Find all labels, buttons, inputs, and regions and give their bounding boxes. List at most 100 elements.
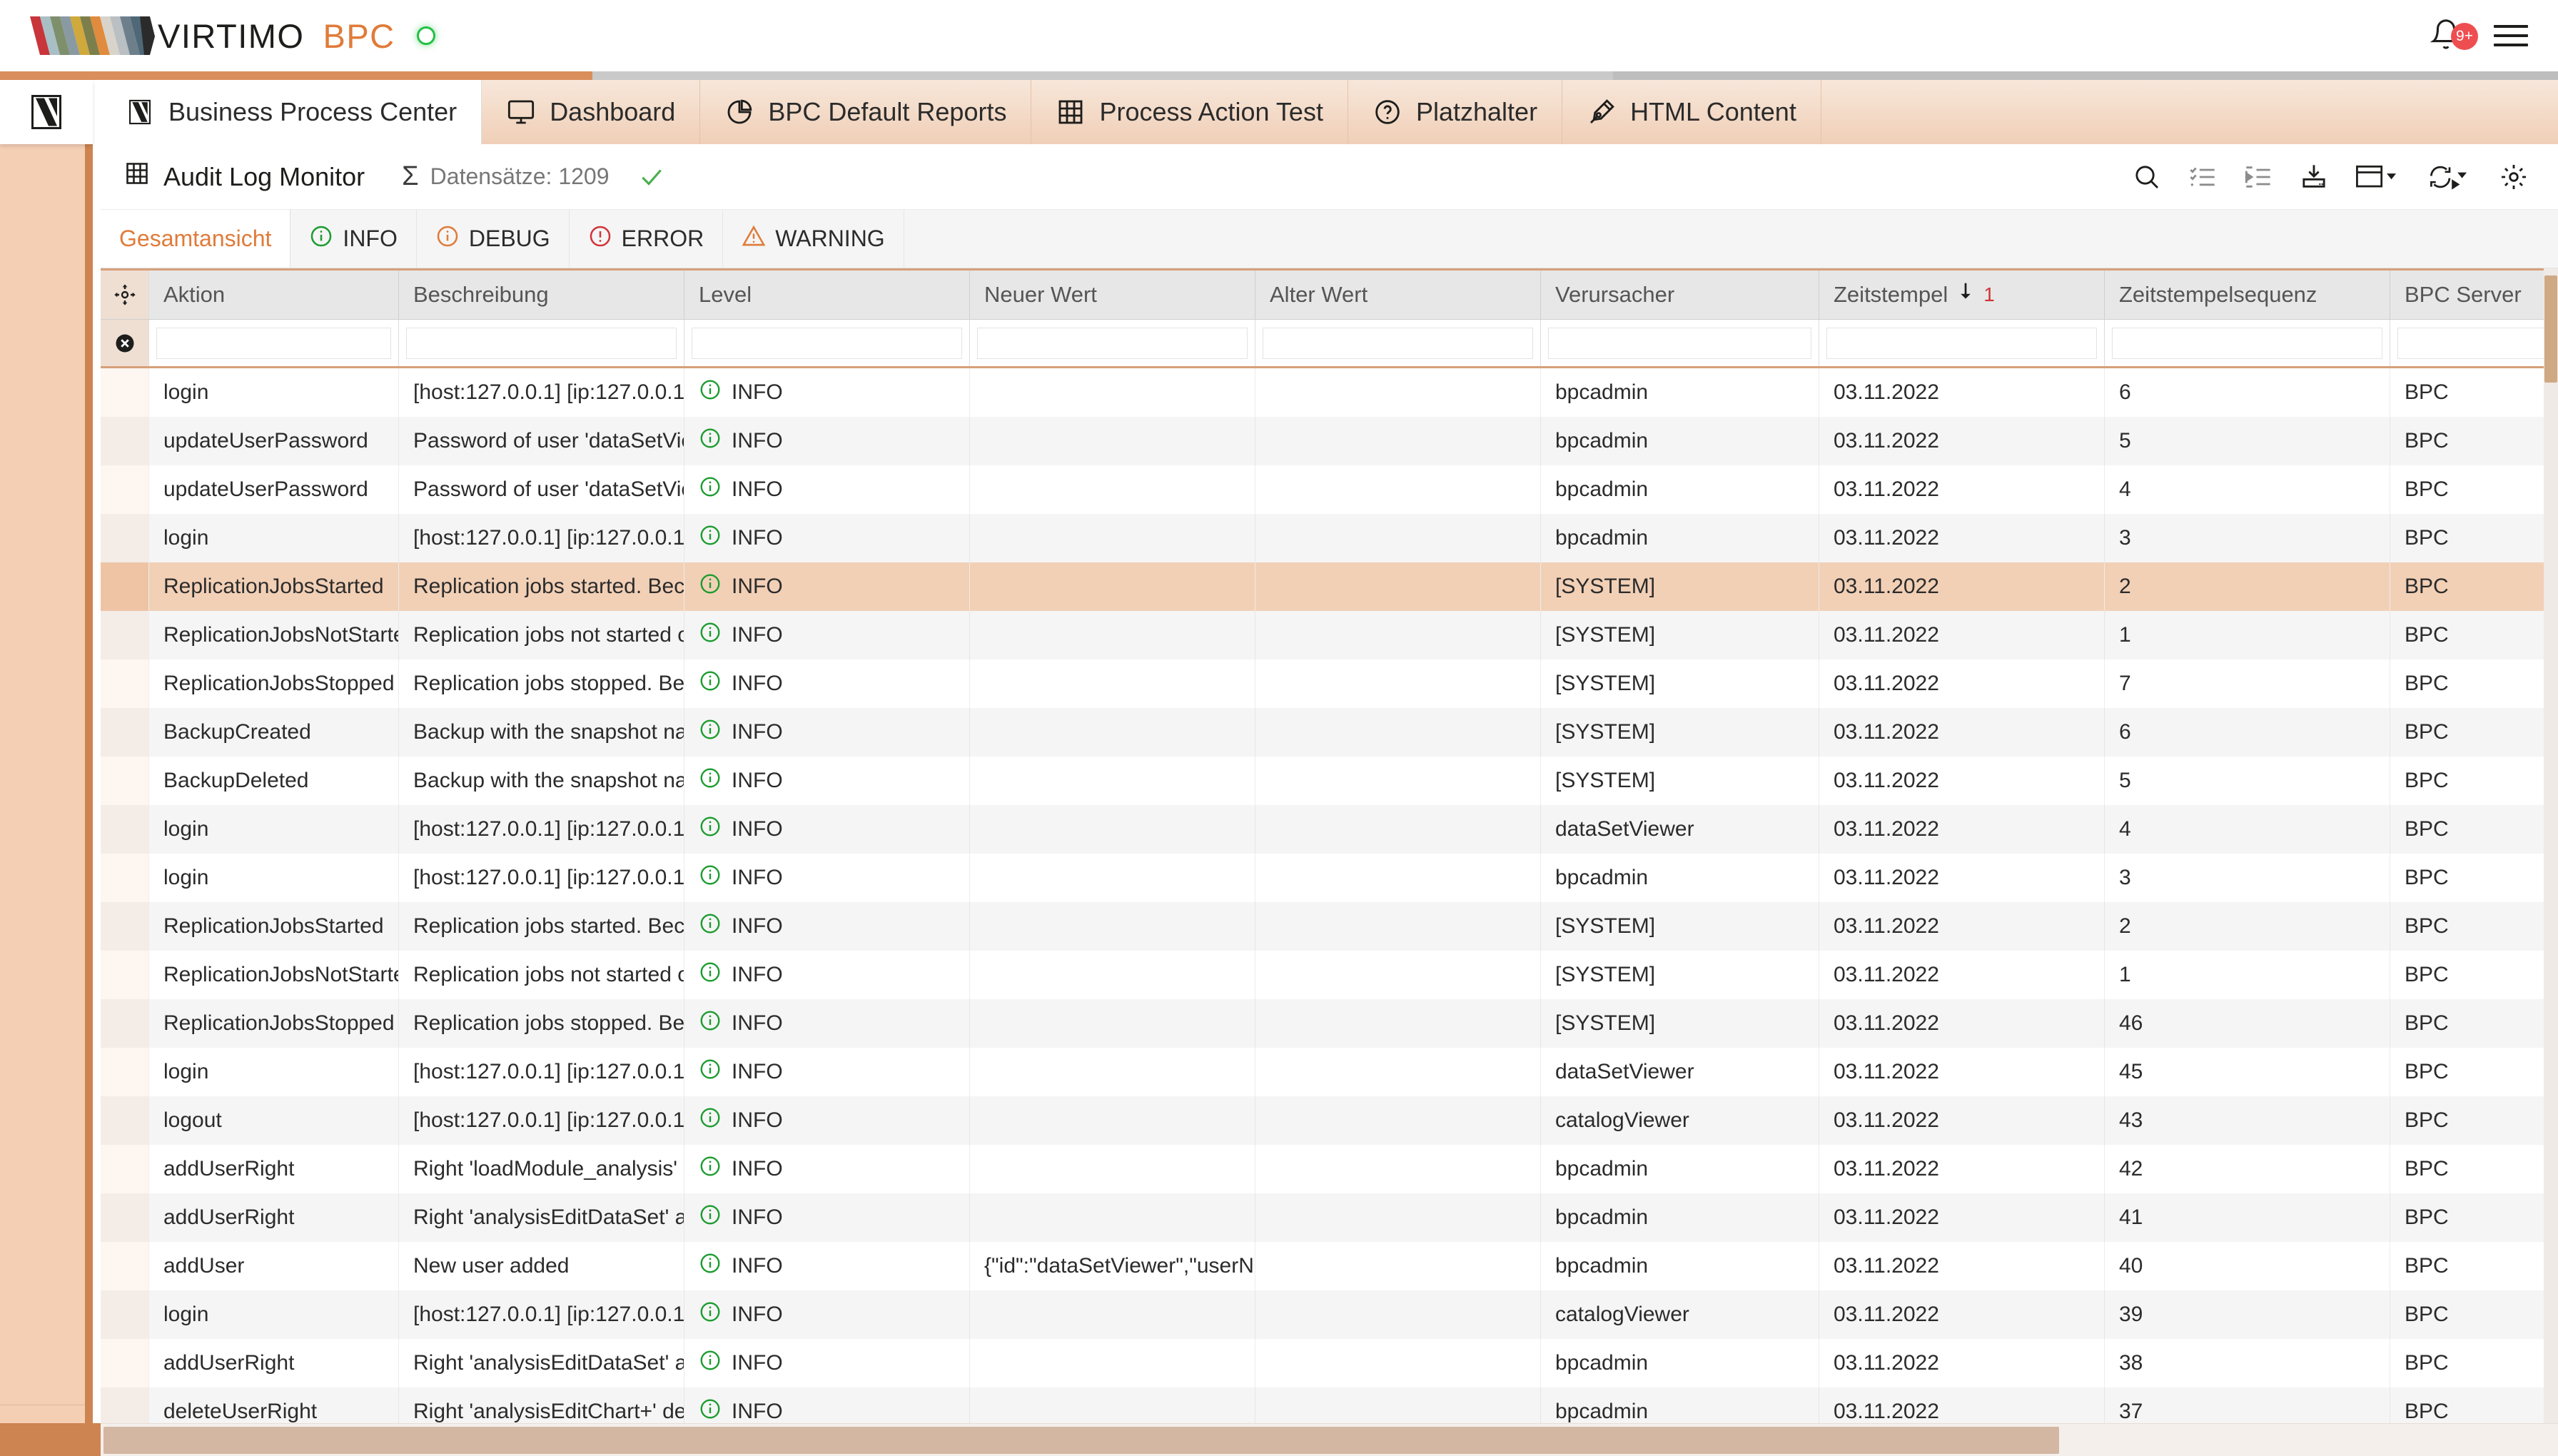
cell-bpc-server: BPC [2390,902,2558,951]
row-selector[interactable] [101,659,149,708]
grid-column-chooser-button[interactable] [101,271,149,319]
level-badge: INFO [699,1203,783,1232]
row-selector[interactable] [101,951,149,999]
filter-input-alter-wert[interactable] [1263,327,1533,359]
filter-cell-neuer-wert[interactable] [970,320,1255,366]
row-selector[interactable] [101,562,149,611]
window-icon[interactable] [2355,163,2400,191]
row-selector[interactable] [101,1242,149,1290]
checklist-icon[interactable] [2188,163,2217,191]
filter-cell-level[interactable] [684,320,970,366]
grid-horizontal-scroll-thumb[interactable] [103,1427,2059,1454]
table-row[interactable]: login[host:127.0.0.1] [ip:127.0.0.1... IN… [101,805,2558,854]
main-menu-button[interactable] [2494,25,2528,46]
filter-input-level[interactable] [692,327,962,359]
table-row[interactable]: addUser New user added INFO {"id":"dataSetV… [101,1242,2558,1290]
filter-cell-aktion[interactable] [149,320,399,366]
filter-input-zeitstempel[interactable] [1826,327,2097,359]
search-icon[interactable] [2133,163,2161,191]
table-row[interactable]: BackupCreated Backup with the snapshot na… [101,708,2558,757]
row-selector[interactable] [101,1193,149,1242]
download-inbox-icon[interactable] [2300,163,2328,191]
table-row[interactable]: BackupDeleted Backup with the snapshot na… [101,757,2558,805]
grid-header-zeitstempelsequenz[interactable]: Zeitstempelsequenz [2105,271,2390,319]
brand-logo[interactable]: VIRTIMO BPC [30,15,435,56]
filter-cell-verursacher[interactable] [1541,320,1819,366]
table-row[interactable]: ReplicationJobsStopped Replication jobs s… [101,999,2558,1048]
table-row[interactable]: login[host:127.0.0.1] [ip:127.0.0.1... IN… [101,1290,2558,1339]
refresh-play-icon[interactable] [2427,163,2472,191]
grid-header-verursacher[interactable]: Verursacher [1541,271,1819,319]
grid-header-alter-wert[interactable]: Alter Wert [1255,271,1541,319]
filter-cell-alter-wert[interactable] [1255,320,1541,366]
filter-cell-beschreibung[interactable] [399,320,684,366]
grid-header-aktion[interactable]: Aktion [149,271,399,319]
tab-dashboard[interactable]: Dashboard [482,80,701,144]
table-row[interactable]: addUserRight Right 'loadModule_analysis' … [101,1145,2558,1193]
row-selector[interactable] [101,1048,149,1096]
filter-input-verursacher[interactable] [1548,327,1811,359]
grid-header-bpc-server[interactable]: BPC Server [2390,271,2558,319]
grid-horizontal-scrollbar[interactable] [101,1423,2558,1456]
filter-cell-zeitstempelsequenz[interactable] [2105,320,2390,366]
table-row[interactable]: ReplicationJobsNotStarted Replication job… [101,611,2558,659]
tab-bpc-default-reports[interactable]: BPC Default Reports [700,80,1032,144]
row-selector[interactable] [101,1339,149,1387]
gear-icon[interactable] [2499,163,2528,191]
row-selector[interactable] [101,417,149,465]
row-selector[interactable] [101,805,149,854]
sidebar-home-button[interactable] [0,80,93,144]
row-selector[interactable] [101,611,149,659]
row-selector[interactable] [101,1096,149,1145]
table-row[interactable]: ReplicationJobsNotStarted Replication job… [101,951,2558,999]
table-row[interactable]: updateUserPassword Password of user 'data… [101,465,2558,514]
row-selector[interactable] [101,1290,149,1339]
filter-input-bpc-server[interactable] [2397,327,2558,359]
table-row[interactable]: logout [host:127.0.0.1] [ip:127.0.0.1... I… [101,1096,2558,1145]
notifications-button[interactable]: 9+ [2430,17,2478,54]
grid-header-beschreibung[interactable]: Beschreibung [399,271,684,319]
tab-html-content[interactable]: HTML Content [1562,80,1821,144]
row-selector[interactable] [101,1145,149,1193]
tab-platzhalter[interactable]: Platzhalter [1348,80,1563,144]
filter-input-zeitstempelsequenz[interactable] [2112,327,2382,359]
row-selector[interactable] [101,368,149,417]
row-selector[interactable] [101,708,149,757]
table-row[interactable]: ReplicationJobsStarted Replication jobs s… [101,562,2558,611]
table-row[interactable]: login[host:127.0.0.1] [ip:127.0.0.1... IN… [101,514,2558,562]
row-selector[interactable] [101,999,149,1048]
level-tab-debug[interactable]: DEBUG [417,210,570,268]
table-row[interactable]: login[host:127.0.0.1] [ip:127.0.0.1... IN… [101,854,2558,902]
cell-level: INFO [684,1193,970,1242]
filter-input-aktion[interactable] [156,327,391,359]
table-row[interactable]: addUserRight Right 'analysisEditDataSet' … [101,1339,2558,1387]
indent-list-icon[interactable] [2244,163,2273,191]
row-selector[interactable] [101,757,149,805]
table-row[interactable]: addUserRight Right 'analysisEditDataSet' … [101,1193,2558,1242]
grid-header-zeitstempel[interactable]: Zeitstempel 1 [1819,271,2105,319]
grid-vertical-scrollbar[interactable] [2544,268,2558,1456]
level-tab-error[interactable]: ERROR [570,210,724,268]
filter-input-neuer-wert[interactable] [977,327,1248,359]
level-tab-info[interactable]: INFO [290,210,417,268]
filter-cell-bpc-server[interactable] [2390,320,2558,366]
row-selector[interactable] [101,902,149,951]
grid-header-neuer-wert[interactable]: Neuer Wert [970,271,1255,319]
clear-filters-button[interactable] [101,320,149,366]
level-tab-warning[interactable]: WARNING [723,210,904,268]
grid-vertical-scroll-thumb[interactable] [2544,275,2557,383]
level-tab-gesamtansicht[interactable]: Gesamtansicht [101,210,291,268]
filter-cell-zeitstempel[interactable] [1819,320,2105,366]
tab-process-action-test[interactable]: Process Action Test [1031,80,1348,144]
table-row[interactable]: login[host:127.0.0.1] [ip:127.0.0.1... IN… [101,368,2558,417]
table-row[interactable]: ReplicationJobsStarted Replication jobs s… [101,902,2558,951]
table-row[interactable]: login[host:127.0.0.1] [ip:127.0.0.1... IN… [101,1048,2558,1096]
filter-input-beschreibung[interactable] [406,327,677,359]
row-selector[interactable] [101,514,149,562]
row-selector[interactable] [101,854,149,902]
table-row[interactable]: updateUserPassword Password of user 'data… [101,417,2558,465]
table-row[interactable]: ReplicationJobsStopped Replication jobs s… [101,659,2558,708]
grid-header-level[interactable]: Level [684,271,970,319]
tab-business-process-center[interactable]: Business Process Center [101,80,482,144]
row-selector[interactable] [101,465,149,514]
